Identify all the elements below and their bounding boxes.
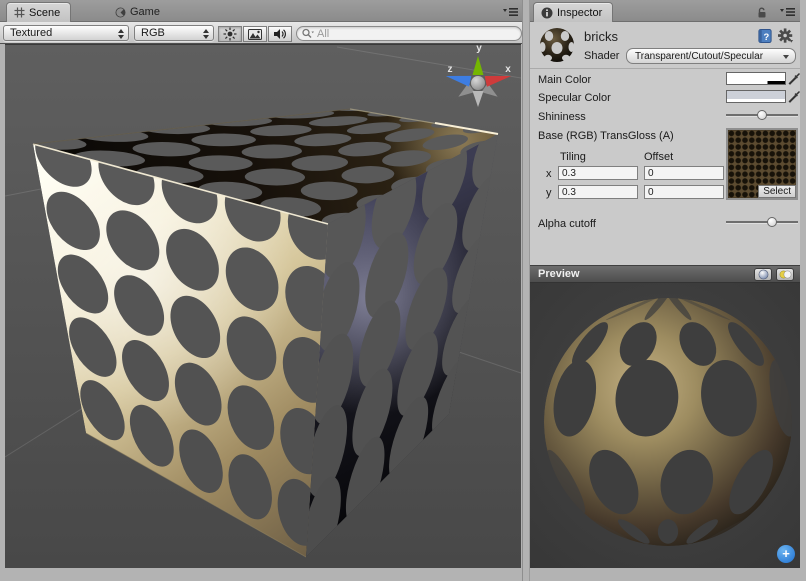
specular-color-label: Specular Color — [538, 92, 611, 104]
lights-icon — [779, 269, 792, 280]
gizmo-label-y: y — [476, 45, 482, 54]
draw-mode-value: Textured — [10, 27, 52, 39]
offset-x-input[interactable] — [644, 166, 724, 180]
gizmo-axis-z[interactable] — [446, 76, 472, 87]
tab-game-label: Game — [130, 6, 160, 18]
tiling-row-y-label: y — [546, 187, 552, 199]
tiling-row-x-label: x — [546, 168, 552, 180]
base-map-label: Base (RGB) TransGloss (A) — [538, 130, 674, 142]
specular-color-eyedropper-icon[interactable] — [788, 90, 801, 103]
sphere-icon — [758, 269, 769, 280]
select-texture-button[interactable]: Select — [758, 185, 796, 198]
main-color-label: Main Color — [538, 74, 591, 86]
gear-icon — [778, 28, 794, 44]
draw-mode-dropdown[interactable]: Textured — [3, 25, 129, 41]
tab-inspector[interactable]: Inspector — [533, 2, 613, 22]
inspector-tabbar: Inspector — [530, 0, 800, 22]
tab-inspector-label: Inspector — [557, 7, 602, 19]
alpha-bar — [727, 99, 785, 102]
tab-scene[interactable]: Scene — [6, 2, 71, 22]
material-icon — [538, 26, 576, 64]
color-mode-value: RGB — [141, 27, 165, 39]
divider — [530, 68, 800, 69]
slider-thumb[interactable] — [767, 217, 777, 227]
offset-header: Offset — [644, 151, 673, 163]
scene-gizmo[interactable]: y z x — [446, 45, 511, 107]
tiling-x-input[interactable] — [558, 166, 638, 180]
shininess-label: Shininess — [538, 111, 586, 123]
updown-arrows-icon — [203, 29, 209, 39]
base-texture-thumbnail[interactable]: Select — [726, 128, 798, 200]
slider-track — [726, 221, 798, 223]
shader-dropdown[interactable]: Transparent/Cutout/Specular — [626, 48, 796, 64]
updown-arrows-icon — [118, 29, 124, 39]
gizmo-label-z: z — [448, 64, 453, 75]
tab-scene-label: Scene — [29, 7, 60, 19]
preview-mesh-button[interactable] — [754, 268, 772, 281]
alpha-cutoff-slider[interactable] — [726, 216, 798, 228]
svg-text:?: ? — [764, 31, 770, 42]
add-button[interactable]: + — [777, 545, 795, 563]
sun-icon — [223, 27, 237, 41]
slider-thumb[interactable] — [757, 110, 767, 120]
tiling-header: Tiling — [560, 151, 586, 163]
lighting-toggle-button[interactable] — [218, 26, 242, 42]
scene-toolbar: Textured RGB — [0, 22, 522, 44]
scene-viewport[interactable]: y z x — [5, 44, 521, 568]
image-icon — [248, 29, 262, 40]
help-book-icon: ? — [757, 28, 773, 44]
tab-game[interactable]: Game — [108, 2, 170, 22]
lock-icon[interactable] — [756, 6, 772, 18]
alpha-bar — [727, 81, 785, 84]
chevron-down-icon — [783, 55, 789, 59]
gizmo-axis-x[interactable] — [485, 76, 512, 87]
preview-lighting-button[interactable] — [776, 268, 794, 281]
material-preview-viewport[interactable]: + — [530, 283, 800, 568]
search-icon — [301, 27, 315, 40]
alpha-cutoff-label: Alpha cutoff — [538, 218, 596, 230]
pane-splitter[interactable] — [522, 0, 530, 581]
offset-y-input[interactable] — [644, 185, 724, 199]
scene-search-field[interactable] — [296, 26, 522, 41]
scene-panel-menu-icon[interactable] — [502, 5, 518, 17]
specular-color-swatch[interactable] — [726, 90, 786, 103]
main-color-eyedropper-icon[interactable] — [788, 72, 801, 85]
tiling-y-input[interactable] — [558, 185, 638, 199]
material-options-button[interactable] — [778, 28, 794, 47]
speaker-icon — [273, 28, 287, 40]
material-name: bricks — [584, 29, 618, 44]
inspector-panel-menu-icon[interactable] — [779, 5, 795, 17]
gizmo-axis-y[interactable] — [473, 56, 484, 75]
preview-title: Preview — [538, 268, 580, 280]
skybox-toggle-button[interactable] — [243, 26, 267, 42]
scene-3d-render: y z x — [5, 45, 521, 569]
preview-3d-render — [530, 283, 800, 568]
grid-icon — [14, 7, 25, 18]
info-icon — [541, 7, 553, 19]
gizmo-axis-neg[interactable] — [473, 91, 484, 107]
gizmo-label-x: x — [505, 64, 511, 75]
help-button[interactable]: ? — [757, 28, 773, 47]
shader-label: Shader — [584, 50, 619, 62]
scene-tabbar: Scene Game — [0, 0, 522, 22]
shininess-slider[interactable] — [726, 109, 798, 121]
color-mode-dropdown[interactable]: RGB — [134, 25, 214, 41]
shader-value: Transparent/Cutout/Specular — [635, 51, 763, 62]
inspector-panel: Inspector — [530, 0, 800, 581]
scene-panel: Scene Game Textured RGB — [0, 0, 522, 581]
audio-toggle-button[interactable] — [268, 26, 292, 42]
game-icon — [115, 7, 126, 18]
preview-header[interactable]: Preview — [530, 265, 800, 283]
search-input[interactable] — [317, 28, 515, 40]
material-inspector: bricks Shader Transparent/Cutout/Specula… — [530, 22, 800, 265]
main-color-swatch[interactable] — [726, 72, 786, 85]
